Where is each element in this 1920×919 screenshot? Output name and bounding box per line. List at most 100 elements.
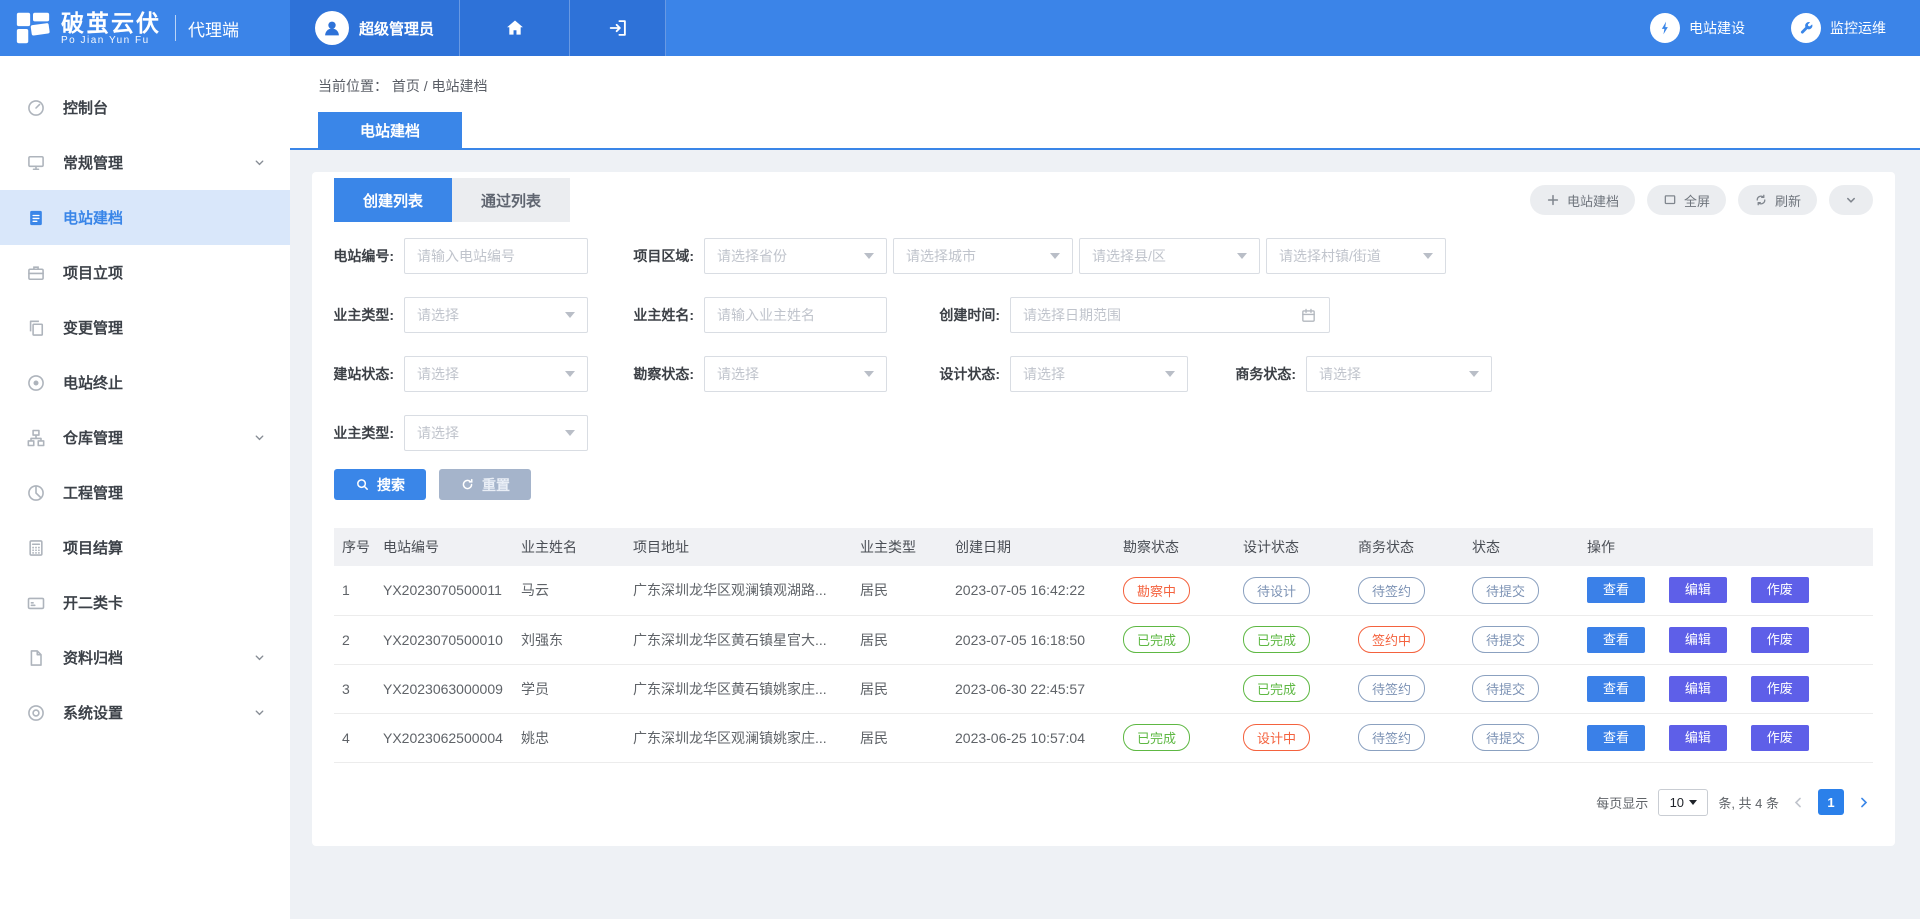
select-caret-icon <box>1165 371 1175 377</box>
invalidate-button[interactable]: 作废 <box>1751 577 1809 603</box>
select-caret-icon <box>565 312 575 318</box>
calculator-icon <box>26 538 46 558</box>
tab-passed-list[interactable]: 通过列表 <box>452 178 570 222</box>
sidebar-item-general-mgmt[interactable]: 常规管理 <box>0 135 290 190</box>
station-no-input[interactable]: 请输入电站编号 <box>404 238 588 274</box>
select-caret-icon <box>1237 253 1247 259</box>
table-row: 4 YX2023062500004 姚忠 广东深圳龙华区观澜镇姚家庄... 居民… <box>334 713 1873 762</box>
chevron-down-icon <box>253 431 266 444</box>
target-icon <box>26 373 46 393</box>
design-status-badge: 待设计 <box>1243 577 1310 604</box>
sidebar-item-warehouse-mgmt[interactable]: 仓库管理 <box>0 410 290 465</box>
tab-create-list[interactable]: 创建列表 <box>334 178 452 222</box>
create-station-button[interactable]: 电站建档 <box>1530 185 1635 215</box>
page-tab-station-archive[interactable]: 电站建档 <box>318 112 462 148</box>
create-time-label: 创建时间: <box>887 305 1010 325</box>
logout-button[interactable] <box>570 0 666 56</box>
date-range-input[interactable]: 请选择日期范围 <box>1010 297 1330 333</box>
search-button[interactable]: 搜索 <box>334 469 426 500</box>
city-select[interactable]: 请选择城市 <box>893 238 1073 274</box>
view-button[interactable]: 查看 <box>1587 627 1645 653</box>
sidebar-item-label: 控制台 <box>63 97 108 118</box>
per-page-select[interactable]: 10 <box>1658 789 1708 816</box>
sidebar-item-type2-card[interactable]: 开二类卡 <box>0 575 290 630</box>
business-status-select[interactable]: 请选择 <box>1306 356 1492 392</box>
collapse-toolbar-button[interactable] <box>1829 185 1873 215</box>
archive-icon <box>26 648 46 668</box>
select-caret-icon <box>565 430 575 436</box>
owner-type-label: 业主类型: <box>312 305 404 325</box>
edit-button[interactable]: 编辑 <box>1669 725 1727 751</box>
sidebar-item-station-archive[interactable]: 电站建档 <box>0 190 290 245</box>
edit-button[interactable]: 编辑 <box>1669 577 1727 603</box>
sidebar-item-label: 项目结算 <box>63 537 123 558</box>
next-page-button[interactable] <box>1854 793 1873 812</box>
business-status-badge: 待签约 <box>1358 577 1425 604</box>
panel-toolbar: 电站建档 全屏 刷新 <box>1530 185 1873 215</box>
sidebar-item-label: 工程管理 <box>63 482 123 503</box>
table-row: 3 YX2023063000009 学员 广东深圳龙华区黄石镇姚家庄... 居民… <box>334 664 1873 713</box>
owner-type-select[interactable]: 请选择 <box>404 297 588 333</box>
county-select[interactable]: 请选择县/区 <box>1079 238 1260 274</box>
nav-station-build[interactable]: 电站建设 <box>1650 13 1745 43</box>
sidebar-item-dashboard[interactable]: 控制台 <box>0 80 290 135</box>
portal-label: 代理端 <box>188 16 239 41</box>
sidebar-item-label: 常规管理 <box>63 152 123 173</box>
sidebar-item-station-terminate[interactable]: 电站终止 <box>0 355 290 410</box>
fullscreen-button[interactable]: 全屏 <box>1647 185 1726 215</box>
sidebar-item-label: 开二类卡 <box>63 592 123 613</box>
survey-status-select[interactable]: 请选择 <box>704 356 887 392</box>
survey-status-label: 勘察状态: <box>588 364 704 384</box>
lightning-icon <box>1650 13 1680 43</box>
town-select[interactable]: 请选择村镇/街道 <box>1266 238 1446 274</box>
invalidate-button[interactable]: 作废 <box>1751 676 1809 702</box>
sidebar-item-system-settings[interactable]: 系统设置 <box>0 685 290 740</box>
design-status-select[interactable]: 请选择 <box>1010 356 1188 392</box>
col-business: 商务状态 <box>1358 528 1472 566</box>
reset-icon <box>460 477 475 492</box>
nav-station-build-label: 电站建设 <box>1689 18 1745 38</box>
reset-button[interactable]: 重置 <box>439 469 531 500</box>
edit-button[interactable]: 编辑 <box>1669 627 1727 653</box>
briefcase-icon <box>26 263 46 283</box>
refresh-button[interactable]: 刷新 <box>1738 185 1817 215</box>
sidebar-item-data-archive[interactable]: 资料归档 <box>0 630 290 685</box>
build-status-select[interactable]: 请选择 <box>404 356 588 392</box>
owner-name-input[interactable]: 请输入业主姓名 <box>704 297 887 333</box>
total-label: 条, 共 4 条 <box>1718 793 1779 812</box>
brand-subtitle: Po Jian Yun Fu <box>61 35 161 46</box>
owner-name-label: 业主姓名: <box>588 305 704 325</box>
sitemap-icon <box>26 428 46 448</box>
status-badge: 待提交 <box>1472 724 1539 751</box>
status-badge: 待提交 <box>1472 626 1539 653</box>
current-user[interactable]: 超级管理员 <box>290 0 460 56</box>
invalidate-button[interactable]: 作废 <box>1751 627 1809 653</box>
station-table: 序号 电站编号 业主姓名 项目地址 业主类型 创建日期 勘察状态 设计状态 商务… <box>334 528 1873 763</box>
view-button[interactable]: 查看 <box>1587 577 1645 603</box>
sidebar-item-label: 仓库管理 <box>63 427 123 448</box>
page-number[interactable]: 1 <box>1818 789 1844 815</box>
sidebar-item-engineering-mgmt[interactable]: 工程管理 <box>0 465 290 520</box>
select-caret-icon <box>1423 253 1433 259</box>
chevron-down-icon <box>253 156 266 169</box>
view-button[interactable]: 查看 <box>1587 725 1645 751</box>
owner-type2-select[interactable]: 请选择 <box>404 415 588 451</box>
sidebar-item-project-settlement[interactable]: 项目结算 <box>0 520 290 575</box>
select-caret-icon <box>565 371 575 377</box>
design-status-label: 设计状态: <box>887 364 1010 384</box>
chevron-down-icon <box>1844 193 1858 207</box>
edit-button[interactable]: 编辑 <box>1669 676 1727 702</box>
sidebar-item-project-setup[interactable]: 项目立项 <box>0 245 290 300</box>
header-quick-nav: 电站建设 监控运维 <box>1650 0 1920 56</box>
home-button[interactable] <box>460 0 570 56</box>
nav-monitor-ops[interactable]: 监控运维 <box>1791 13 1886 43</box>
sidebar-item-change-mgmt[interactable]: 变更管理 <box>0 300 290 355</box>
breadcrumb: 当前位置： 首页 / 电站建档 <box>290 56 1920 96</box>
col-design: 设计状态 <box>1243 528 1358 566</box>
prev-page-button[interactable] <box>1789 793 1808 812</box>
chevron-down-icon <box>253 706 266 719</box>
invalidate-button[interactable]: 作废 <box>1751 725 1809 751</box>
view-button[interactable]: 查看 <box>1587 676 1645 702</box>
brand-divider <box>175 15 176 41</box>
province-select[interactable]: 请选择省份 <box>704 238 887 274</box>
